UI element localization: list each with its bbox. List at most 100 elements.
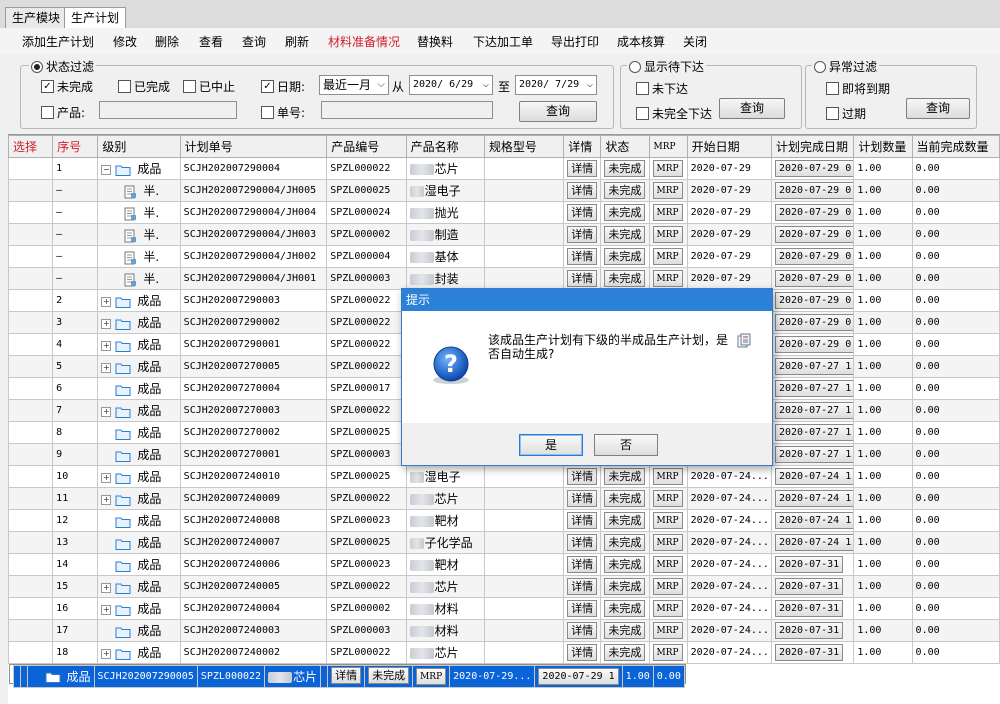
level-cell[interactable]: + 成品 (97, 487, 181, 510)
detail-button[interactable]: 详情 (567, 160, 598, 177)
expand-icon[interactable]: + (101, 406, 112, 417)
level-cell[interactable]: + 成品 (97, 399, 181, 422)
col-due-date[interactable]: 计划完成日期 (770, 135, 855, 158)
level-cell[interactable]: 成品 (97, 509, 181, 532)
select-cell[interactable] (8, 377, 54, 400)
col-seq[interactable]: 序号 (52, 135, 99, 158)
order-checkbox[interactable]: 单号: (261, 104, 305, 121)
expand-icon[interactable]: + (101, 494, 112, 505)
select-cell[interactable] (8, 487, 54, 510)
due-date-button[interactable]: 2020-07-31 (774, 556, 844, 573)
stopped-checkbox[interactable]: 已中止 (183, 78, 235, 95)
select-cell[interactable] (8, 311, 54, 334)
select-cell[interactable] (8, 201, 54, 224)
col-level[interactable]: 级别 (97, 135, 181, 158)
due-date-button[interactable]: 2020-07-24 1 (774, 512, 853, 529)
due-date-button[interactable]: 2020-07-29 0 (774, 226, 853, 243)
level-cell[interactable]: + 成品 (97, 311, 181, 334)
table-row[interactable]: 11 + 成品 SCJH202007240009 SPZL000022 芯片 详情 未完成 MR… (8, 487, 1000, 510)
checkbox-icon[interactable] (636, 107, 649, 120)
status-button[interactable]: 未完成 (604, 248, 646, 265)
due-date-button[interactable]: 2020-07-27 1 (774, 358, 853, 375)
status-button[interactable]: 未完成 (604, 534, 646, 551)
due-date-button[interactable]: 2020-07-29 0 (774, 270, 853, 287)
due-date-button[interactable]: 2020-07-29 0 (774, 336, 853, 353)
table-row[interactable]: 18 + 成品 SCJH202007240002 SPZL000022 芯片 详情 未完成 MR… (8, 641, 1000, 664)
refresh-button[interactable]: 刷新 (285, 33, 309, 50)
substitute-button[interactable]: 替换料 (417, 33, 453, 50)
col-mrp[interactable]: MRP (648, 135, 688, 158)
mrp-button[interactable]: MRP (652, 468, 683, 485)
table-row[interactable]: 成品 SCJH202007290005 SPZL000022 芯片 详情 未完成 MRP 20… (8, 664, 686, 688)
due-date-button[interactable]: 2020-07-27 1 (774, 424, 853, 441)
due-date-button[interactable]: 2020-07-27 1 (774, 402, 853, 419)
level-cell[interactable]: − 成品 (97, 157, 181, 180)
level-cell[interactable]: + 成品 (97, 597, 181, 620)
select-cell[interactable] (8, 641, 54, 664)
mrp-button[interactable]: MRP (652, 600, 683, 617)
due-date-button[interactable]: 2020-07-29 0 (774, 248, 853, 265)
yes-button[interactable]: 是 (519, 434, 583, 456)
table-row[interactable]: 10 + 成品 SCJH202007240010 SPZL000025 湿电子 详情 未完成 M… (8, 465, 1000, 488)
col-product-code[interactable]: 产品编号 (326, 135, 407, 158)
detail-button[interactable]: 详情 (567, 248, 598, 265)
mrp-button[interactable]: MRP (652, 270, 683, 287)
radio-icon[interactable] (629, 60, 641, 73)
export-print-button[interactable]: 导出打印 (551, 33, 599, 50)
mrp-button[interactable]: MRP (652, 622, 683, 639)
table-row[interactable]: 15 + 成品 SCJH202007240005 SPZL000022 芯片 详情 未完成 MR… (8, 575, 1000, 598)
status-button[interactable]: 未完成 (604, 182, 646, 199)
select-cell[interactable] (8, 575, 54, 598)
mrp-button[interactable]: MRP (652, 490, 683, 507)
status-button[interactable]: 未完成 (604, 468, 646, 485)
not-issued-checkbox[interactable]: 未下达 (636, 80, 688, 97)
checkmark-icon[interactable]: ✓ (261, 80, 274, 93)
tab-production-module[interactable]: 生产模块 (5, 7, 68, 28)
level-cell[interactable]: + 成品 (97, 641, 181, 664)
view-button[interactable]: 查看 (199, 33, 223, 50)
level-cell[interactable]: 半. (97, 223, 181, 246)
close-button[interactable]: 关闭 (683, 33, 707, 50)
completed-checkbox[interactable]: 已完成 (118, 78, 170, 95)
select-cell[interactable] (8, 157, 54, 180)
detail-button[interactable]: 详情 (567, 490, 598, 507)
detail-button[interactable]: 详情 (567, 226, 598, 243)
edit-button[interactable]: 修改 (113, 33, 137, 50)
select-cell[interactable] (8, 619, 54, 642)
level-cell[interactable]: 成品 (97, 553, 181, 576)
expand-icon[interactable]: + (101, 340, 112, 351)
table-row[interactable]: — 半. SCJH202007290004/JH004 SPZL000024 抛光 详情未… (8, 201, 1000, 224)
checkbox-icon[interactable] (183, 80, 196, 93)
table-row[interactable]: 16 + 成品 SCJH202007240004 SPZL000002 材料 详情 未完成 MR… (8, 597, 1000, 620)
table-row[interactable]: — 半. SCJH202007290004/JH001 SPZL000003 封装 详情未… (8, 267, 1000, 290)
due-date-button[interactable]: 2020-07-31 (774, 578, 844, 595)
select-cell[interactable] (8, 531, 54, 554)
mrp-button[interactable]: MRP (416, 667, 447, 685)
select-cell[interactable] (8, 245, 54, 268)
query-button[interactable]: 查询 (242, 33, 266, 50)
due-date-button[interactable]: 2020-07-27 1 (774, 380, 853, 397)
status-button[interactable]: 未完成 (604, 622, 646, 639)
due-date-button[interactable]: 2020-07-31 (774, 644, 844, 661)
level-cell[interactable]: 半. (97, 245, 181, 268)
col-detail[interactable]: 详情 (563, 135, 602, 158)
expand-icon[interactable]: + (101, 604, 112, 615)
table-row[interactable]: — 半. SCJH202007290004/JH003 SPZL000002 制造 详情未… (8, 223, 1000, 246)
checkbox-icon[interactable] (636, 82, 649, 95)
due-date-button[interactable]: 2020-07-31 (774, 622, 844, 639)
due-date-button[interactable]: 2020-07-29 1 (538, 667, 619, 685)
product-checkbox[interactable]: 产品: (41, 104, 85, 121)
col-done-qty[interactable]: 当前完成数量 (911, 135, 1000, 158)
date-checkbox[interactable]: ✓ 日期: (261, 78, 305, 95)
detail-button[interactable]: 详情 (567, 512, 598, 529)
due-date-button[interactable]: 2020-07-24 1 (774, 490, 853, 507)
select-cell[interactable] (8, 597, 54, 620)
expand-icon[interactable]: + (101, 296, 112, 307)
status-button[interactable]: 未完成 (604, 600, 646, 617)
level-cell[interactable]: + 成品 (97, 575, 181, 598)
table-row[interactable]: — 半. SCJH202007290004/JH005 SPZL000025 湿电子 详情… (8, 179, 1000, 202)
level-cell[interactable]: 成品 (26, 665, 95, 688)
level-cell[interactable]: 成品 (97, 619, 181, 642)
mrp-button[interactable]: MRP (652, 644, 683, 661)
expand-icon[interactable]: + (101, 472, 112, 483)
